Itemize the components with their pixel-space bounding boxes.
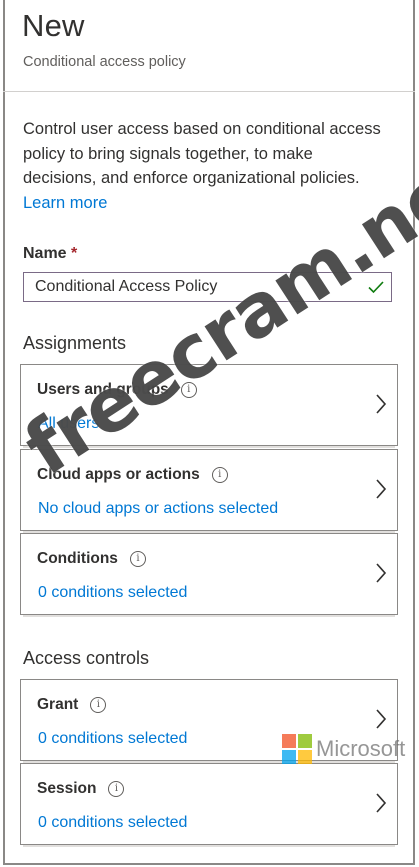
info-icon[interactable]: i <box>90 697 107 713</box>
required-marker: * <box>71 245 78 262</box>
card-title: Cloud apps or actions i <box>37 466 228 484</box>
assignments-heading: Assignments <box>23 333 127 353</box>
card-title-text: Conditions <box>37 550 118 567</box>
chevron-right-icon[interactable] <box>375 393 387 415</box>
description: Control user access based on conditional… <box>23 117 388 215</box>
name-input[interactable]: Conditional Access Policy <box>23 272 392 302</box>
chevron-right-icon[interactable] <box>375 792 387 814</box>
name-label: Name * <box>23 245 77 263</box>
page-title: New <box>22 8 85 43</box>
card-title-text: Session <box>37 780 97 797</box>
card-title: Session i <box>37 780 125 798</box>
microsoft-logo-text: Microsoft <box>316 736 406 761</box>
cloud-apps-card[interactable]: Cloud apps or actions i No cloud apps or… <box>20 449 398 533</box>
card-title-text: Users and groups <box>37 381 169 398</box>
chevron-right-icon[interactable] <box>375 708 387 730</box>
card-value[interactable]: All users <box>38 415 99 433</box>
microsoft-logo-icon <box>282 734 312 764</box>
page-subtitle: Conditional access policy <box>23 54 186 70</box>
access-controls-heading: Access controls <box>23 648 150 668</box>
checkmark-icon <box>368 281 384 294</box>
conditions-card[interactable]: Conditions i 0 conditions selected <box>20 533 398 617</box>
card-title-text: Cloud apps or actions <box>37 466 200 483</box>
card-value[interactable]: No cloud apps or actions selected <box>38 500 278 518</box>
card-title-text: Grant <box>37 696 79 713</box>
card-value[interactable]: 0 conditions selected <box>38 730 187 748</box>
session-card[interactable]: Session i 0 conditions selected <box>20 763 398 847</box>
card-title: Conditions i <box>37 550 146 568</box>
learn-more-link[interactable]: Learn more <box>23 194 107 212</box>
chevron-right-icon[interactable] <box>375 562 387 584</box>
info-icon[interactable]: i <box>108 781 125 797</box>
header-divider <box>3 91 415 92</box>
info-icon[interactable]: i <box>129 551 146 567</box>
info-icon[interactable]: i <box>211 467 228 483</box>
users-and-groups-card[interactable]: Users and groups i All users <box>20 364 398 448</box>
card-value[interactable]: 0 conditions selected <box>38 584 187 602</box>
name-input-value[interactable]: Conditional Access Policy <box>35 278 217 296</box>
card-title: Grant i <box>37 696 107 714</box>
info-icon[interactable]: i <box>180 382 197 398</box>
name-label-text: Name <box>23 245 67 262</box>
chevron-right-icon[interactable] <box>375 478 387 500</box>
microsoft-logo: Microsoft <box>282 734 405 764</box>
card-title: Users and groups i <box>37 381 197 399</box>
card-value[interactable]: 0 conditions selected <box>38 814 187 832</box>
description-text: Control user access based on conditional… <box>23 120 381 187</box>
